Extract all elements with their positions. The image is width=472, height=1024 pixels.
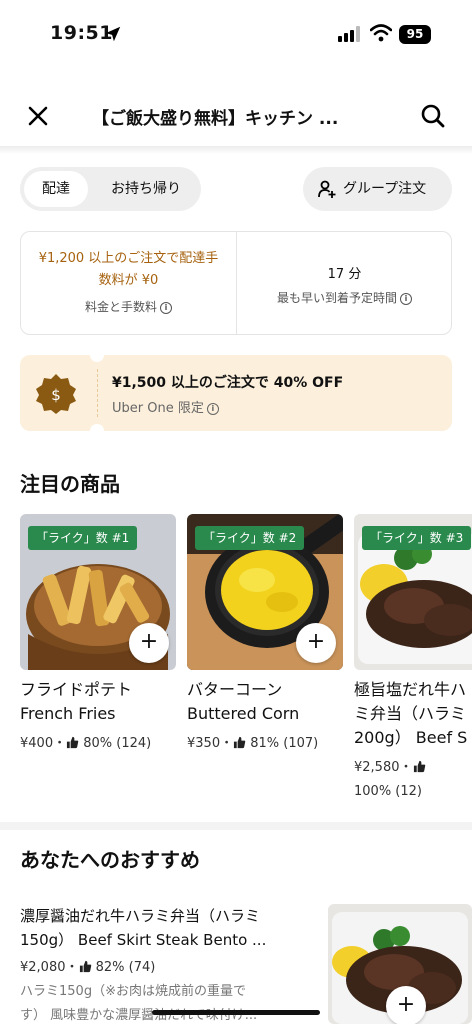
thumbs-up-icon: [67, 736, 79, 749]
eta-value: 17 分: [327, 267, 362, 282]
featured-carousel[interactable]: 「ライク」数 #1 + フライドポテト French Fries ¥400・ 8…: [20, 514, 472, 814]
product-name: バターコーン Buttered Corn: [187, 678, 343, 726]
plus-icon: +: [139, 629, 159, 654]
eta-label[interactable]: 最も早い到着予定時間 i: [237, 289, 452, 306]
uber-one-promo-banner[interactable]: $ ¥1,500 以上のご注文で 40% OFF Uber One 限定 i: [20, 348, 452, 438]
plus-icon: +: [306, 629, 326, 654]
status-bar: 19:51 95: [0, 0, 472, 70]
rank-badge: 「ライク」数 #3: [362, 526, 472, 550]
product-meta: ¥2,580・ 100% (12): [354, 756, 472, 804]
add-to-cart-button[interactable]: +: [386, 986, 426, 1024]
close-icon[interactable]: [24, 102, 52, 130]
promo-subtitle-text: Uber One 限定: [112, 401, 204, 416]
promo-divider: [97, 369, 98, 417]
product-name: フライドポテト French Fries: [20, 678, 176, 726]
product-name-jp: バターコーン: [187, 680, 283, 699]
info-divider: [236, 232, 237, 334]
fees-label[interactable]: 料金と手数料 i: [21, 298, 236, 315]
product-name-jp-2: ミ弁当（ハラミ: [354, 704, 467, 723]
recommended-item-description: ハラミ150g（※お肉は焼成前の重量で す） 風味豊かな濃厚醤油だれで味付け..…: [20, 980, 310, 1024]
product-price: ¥400・: [20, 736, 67, 751]
product-rating: 81% (107): [250, 736, 319, 751]
header-shadow: [0, 146, 472, 154]
product-name-en: 200g） Beef S: [354, 728, 468, 747]
signal-icon: [338, 26, 360, 42]
add-person-icon: [318, 180, 336, 198]
rank-badge: 「ライク」数 #2: [195, 526, 305, 550]
thumbs-up-icon: [234, 736, 246, 749]
recommended-section-title: あなたへのおすすめ: [20, 848, 200, 872]
featured-section-title: 注目の商品: [20, 472, 120, 496]
product-rating: 80% (124): [83, 736, 152, 751]
product-name-en: Buttered Corn: [187, 704, 300, 723]
fee-line-1: ¥1,200 以上のご注文で配達手: [38, 251, 219, 266]
product-rating: 100% (12): [354, 784, 422, 799]
recommended-item-name-line2: 150g） Beef Skirt Steak Bento ...: [20, 931, 267, 949]
product-name-jp: 極旨塩だれ牛ハ: [354, 680, 467, 699]
product-price: ¥2,580・: [354, 760, 413, 775]
group-order-button[interactable]: グループ注文: [303, 167, 452, 211]
plus-icon: +: [396, 992, 416, 1017]
recommended-item-name-line1: 濃厚醤油だれ牛ハラミ弁当（ハラミ: [20, 907, 261, 925]
store-header: 【ご飯大盛り無料】キッチン ...: [0, 88, 472, 144]
promo-notch-top: [90, 348, 104, 362]
fees-label-text: 料金と手数料: [84, 300, 157, 314]
info-icon: i: [206, 402, 219, 415]
eta-label-text: 最も早い到着予定時間: [276, 291, 397, 305]
product-name-jp: フライドポテト: [20, 680, 133, 699]
group-order-label: グループ注文: [343, 181, 427, 197]
info-icon: i: [160, 301, 172, 314]
delivery-option[interactable]: 配達: [24, 171, 88, 207]
svg-text:$: $: [51, 386, 61, 404]
add-to-cart-button[interactable]: +: [296, 623, 336, 663]
recommended-item-meta: ¥2,080・ 82% (74): [20, 956, 155, 975]
delivery-info-card: ¥1,200 以上のご注文で配達手 数料が ¥0 料金と手数料 i 17 分 最も…: [20, 231, 452, 335]
home-indicator: [152, 1010, 320, 1015]
dollar-badge-icon: $: [36, 374, 76, 414]
recommended-item-desc-line1: ハラミ150g（※お肉は焼成前の重量で: [20, 984, 246, 999]
product-meta: ¥400・ 80% (124): [20, 732, 180, 756]
product-price: ¥350・: [187, 736, 234, 751]
section-divider: [0, 822, 472, 830]
delivery-fee-promo[interactable]: ¥1,200 以上のご注文で配達手 数料が ¥0: [21, 248, 236, 292]
thumbs-up-icon: [413, 760, 425, 773]
promo-notch-bottom: [90, 424, 104, 438]
info-icon: i: [400, 292, 412, 305]
promo-subtitle: Uber One 限定 i: [112, 397, 219, 416]
product-meta: ¥350・ 81% (107): [187, 732, 347, 756]
location-arrow-icon: [105, 26, 121, 42]
add-to-cart-button[interactable]: +: [129, 623, 169, 663]
store-title: 【ご飯大盛り無料】キッチン ...: [92, 109, 339, 129]
thumbs-up-icon: [79, 960, 91, 973]
pickup-option[interactable]: お持ち帰り: [96, 171, 196, 207]
search-icon[interactable]: [419, 102, 447, 130]
recommended-item-price: ¥2,080・: [20, 960, 79, 975]
recommended-item-name: 濃厚醤油だれ牛ハラミ弁当（ハラミ 150g） Beef Skirt Steak …: [20, 904, 310, 952]
battery-indicator: 95: [399, 25, 431, 44]
fee-line-2: 数料が ¥0: [98, 273, 159, 288]
delivery-mode-toggle: 配達 お持ち帰り: [20, 167, 201, 211]
wifi-icon: [370, 24, 392, 42]
product-name-en: French Fries: [20, 704, 116, 723]
product-name: 極旨塩だれ牛ハ ミ弁当（ハラミ 200g） Beef S: [354, 678, 472, 750]
promo-title: ¥1,500 以上のご注文で 40% OFF: [112, 375, 344, 391]
recommended-item-rating: 82% (74): [95, 960, 156, 975]
rank-badge: 「ライク」数 #1: [28, 526, 138, 550]
